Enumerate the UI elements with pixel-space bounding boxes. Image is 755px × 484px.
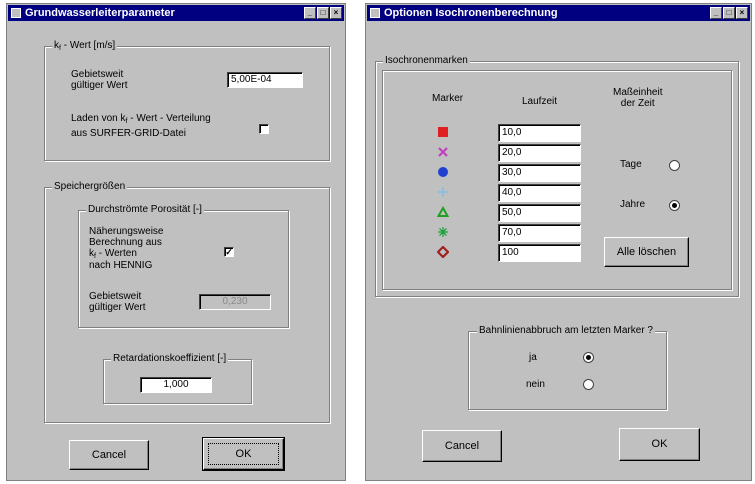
naeherung-label: Näherungsweise Berechnung aus kf - Werte… xyxy=(89,226,164,271)
porositaet-group: Durchströmte Porosität [-] Näherungsweis… xyxy=(78,204,289,328)
porositaet-value-input: 0,230 xyxy=(199,294,271,310)
retardation-value-input[interactable]: 1,000 xyxy=(140,377,212,393)
laufzeit-input-1[interactable]: 10,0 xyxy=(498,124,581,142)
laufzeit-column-header: Laufzeit xyxy=(522,96,558,107)
speichergroessen-group: Speichergrößen Durchströmte Porosität [-… xyxy=(44,181,330,423)
minimize-icon[interactable]: _ xyxy=(710,7,722,19)
laufzeit-input-3[interactable]: 30,0 xyxy=(498,164,581,182)
square-marker-icon xyxy=(437,126,449,138)
asterisk-marker-icon xyxy=(437,226,449,238)
ja-label: ja xyxy=(529,352,537,363)
speichergroessen-legend: Speichergrößen xyxy=(52,181,128,193)
marker-column-header: Marker xyxy=(432,93,464,104)
tage-label: Tage xyxy=(620,159,642,170)
window-title: Optionen Isochronenberechnung xyxy=(384,7,558,19)
laufzeit-input-7[interactable]: 100 xyxy=(498,244,581,262)
nein-radio[interactable] xyxy=(583,379,594,390)
cross-marker-icon xyxy=(437,146,449,158)
laden-kf-verteilung-label: Laden von kf - Wert - Verteilung aus SUR… xyxy=(71,113,211,139)
kf-value-input[interactable]: 5,00E-04 xyxy=(227,72,303,88)
maximize-icon[interactable]: □ xyxy=(723,7,735,19)
retardation-legend: Retardationskoeffizient [-] xyxy=(111,353,229,365)
ja-radio[interactable] xyxy=(583,352,594,363)
system-menu-icon[interactable] xyxy=(370,8,380,18)
isochronenmarken-legend: Isochronenmarken xyxy=(383,55,470,67)
alle-loeschen-button[interactable]: Alle löschen xyxy=(604,237,689,267)
system-menu-icon[interactable] xyxy=(11,8,21,18)
porositaet-gebietsweit-label: Gebietsweit gültiger Wert xyxy=(89,291,146,313)
laufzeit-input-6[interactable]: 70,0 xyxy=(498,224,581,242)
cancel-button-label: Cancel xyxy=(444,440,480,452)
ok-button[interactable]: OK xyxy=(202,437,285,471)
naeherung-hennig-checkbox[interactable]: ✓ xyxy=(224,247,234,257)
retardation-group: Retardationskoeffizient [-] 1,000 xyxy=(103,353,252,404)
gebietsweit-label: Gebietsweit gültiger Wert xyxy=(71,69,128,91)
kf-wert-group: kf - Wert [m/s] Gebietsweit gültiger Wer… xyxy=(44,40,330,161)
circle-marker-icon xyxy=(437,166,449,178)
jahre-radio[interactable] xyxy=(669,200,680,211)
bahnlinienabbruch-legend: Bahnlinienabbruch am letzten Marker ? xyxy=(477,325,655,337)
maximize-icon[interactable]: □ xyxy=(317,7,329,19)
window-title: Grundwasserleiterparameter xyxy=(25,7,175,19)
isochronenmarken-group: Isochronenmarken Marker Laufzeit Maßeinh… xyxy=(375,55,739,297)
ok-button-label: OK xyxy=(651,438,668,450)
laden-surfer-grid-checkbox[interactable] xyxy=(259,124,269,134)
laufzeit-input-2[interactable]: 20,0 xyxy=(498,144,581,162)
porositaet-legend: Durchströmte Porosität [-] xyxy=(86,204,204,216)
title-bar[interactable]: Optionen Isochronenberechnung _ □ × xyxy=(367,5,750,21)
laufzeit-input-5[interactable]: 50,0 xyxy=(498,204,581,222)
cancel-button-label: Cancel xyxy=(91,449,127,461)
tage-radio[interactable] xyxy=(669,160,680,171)
jahre-label: Jahre xyxy=(620,199,646,210)
minimize-icon[interactable]: _ xyxy=(304,7,316,19)
alle-loeschen-label: Alle löschen xyxy=(616,246,677,258)
close-icon[interactable]: × xyxy=(736,7,748,19)
plus-marker-icon xyxy=(437,186,449,198)
focus-rect xyxy=(208,443,279,465)
nein-label: nein xyxy=(526,379,545,390)
ok-button[interactable]: OK xyxy=(619,428,700,461)
close-icon[interactable]: × xyxy=(330,7,342,19)
masseinheit-column-header: Maßeinheit der Zeit xyxy=(613,87,663,109)
window-optionen-isochronenberechnung: Optionen Isochronenberechnung _ □ × Isoc… xyxy=(365,3,752,481)
kf-wert-legend: kf - Wert [m/s] xyxy=(52,40,118,53)
cancel-button[interactable]: Cancel xyxy=(69,440,149,470)
cancel-button[interactable]: Cancel xyxy=(422,430,502,462)
title-bar[interactable]: Grundwasserleiterparameter _ □ × xyxy=(8,5,344,21)
window-grundwasserleiterparameter: Grundwasserleiterparameter _ □ × kf - We… xyxy=(6,3,346,481)
laufzeit-input-4[interactable]: 40,0 xyxy=(498,184,581,202)
diamond-marker-icon xyxy=(437,246,449,258)
isochronen-inner-frame: Marker Laufzeit Maßeinheit der Zeit 10,0… xyxy=(382,70,732,290)
triangle-marker-icon xyxy=(437,206,449,218)
bahnlinienabbruch-group: Bahnlinienabbruch am letzten Marker ? ja… xyxy=(468,325,667,410)
